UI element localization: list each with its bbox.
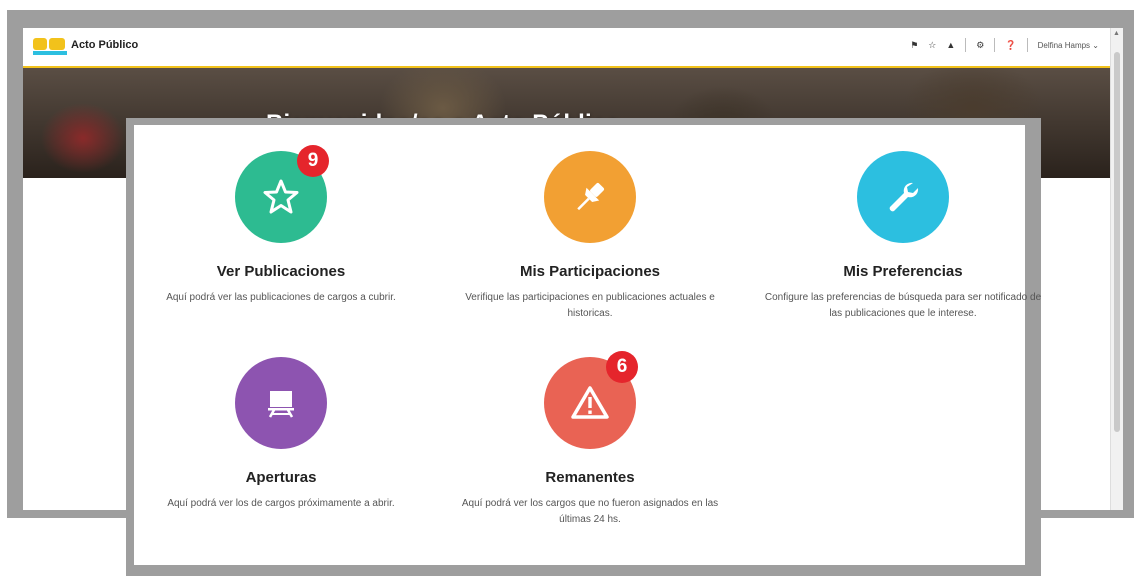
user-name: Delfina Hamps [1037,40,1091,50]
card-title[interactable]: Aperturas [131,469,431,486]
ba-logo [33,38,67,55]
remanentes-circle[interactable]: 6 [544,351,638,449]
pin-icon [577,182,605,211]
divider [994,38,996,52]
divider [965,38,967,52]
card-title[interactable]: Remanentes [440,469,740,486]
dashboard-panel: 9 Ver Publicaciones Aquí podrá ver las p… [131,125,1041,565]
gear-icon[interactable]: ⚙ [976,40,984,51]
star-icon [263,179,299,214]
app-title[interactable]: Acto Público [71,39,138,51]
aperturas-circle[interactable] [235,357,327,449]
card-description: Verifique las participaciones en publica… [465,292,715,319]
chevron-down-icon: ⌄ [1092,40,1099,50]
card-description: Aquí podrá ver los cargos que no fueron … [461,498,719,525]
card-title[interactable]: Ver Publicaciones [131,263,431,280]
scrollbar[interactable]: ▲ [1110,28,1123,510]
scroll-up-icon[interactable]: ▲ [1113,30,1120,37]
nav-icons: ⚑ ☆ ▲ ⚙ ❓ Delfina Hamps ⌄ [910,38,1099,52]
star-icon[interactable]: ☆ [928,40,936,51]
card-ver-publicaciones[interactable]: 9 Ver Publicaciones Aquí podrá ver las p… [131,145,431,306]
bell-icon[interactable]: ▲ [946,40,955,50]
home-icon[interactable]: ⚑ [910,40,918,51]
card-title[interactable]: Mis Preferencias [753,263,1053,280]
card-title[interactable]: Mis Participaciones [440,263,740,280]
card-mis-preferencias[interactable]: Mis Preferencias Configure las preferenc… [753,151,1053,322]
notification-badge: 6 [606,351,638,383]
participaciones-circle[interactable] [544,151,636,243]
divider [1026,38,1028,52]
card-mis-participaciones[interactable]: Mis Participaciones Verifique las partic… [440,151,740,322]
wrench-icon [889,182,919,212]
user-menu[interactable]: Delfina Hamps ⌄ [1038,41,1099,50]
notification-badge: 9 [297,145,329,177]
scroll-thumb[interactable] [1114,52,1120,432]
easel-icon [268,391,294,418]
publicaciones-circle[interactable]: 9 [235,145,329,243]
top-navbar: Acto Público ⚑ ☆ ▲ ⚙ ❓ Delfina Hamps ⌄ [23,28,1123,68]
card-description: Aquí podrá ver las publicaciones de carg… [166,292,396,303]
dashboard-panel-frame: 9 Ver Publicaciones Aquí podrá ver las p… [126,118,1041,576]
card-description: Configure las preferencias de búsqueda p… [764,292,1042,319]
card-aperturas[interactable]: Aperturas Aquí podrá ver los de cargos p… [131,357,431,512]
card-description: Aquí podrá ver los de cargos próximament… [167,498,395,509]
help-icon[interactable]: ❓ [1005,40,1016,51]
warning-icon [571,386,609,419]
preferencias-circle[interactable] [857,151,949,243]
card-remanentes[interactable]: 6 Remanentes Aquí podrá ver los cargos q… [440,351,740,528]
